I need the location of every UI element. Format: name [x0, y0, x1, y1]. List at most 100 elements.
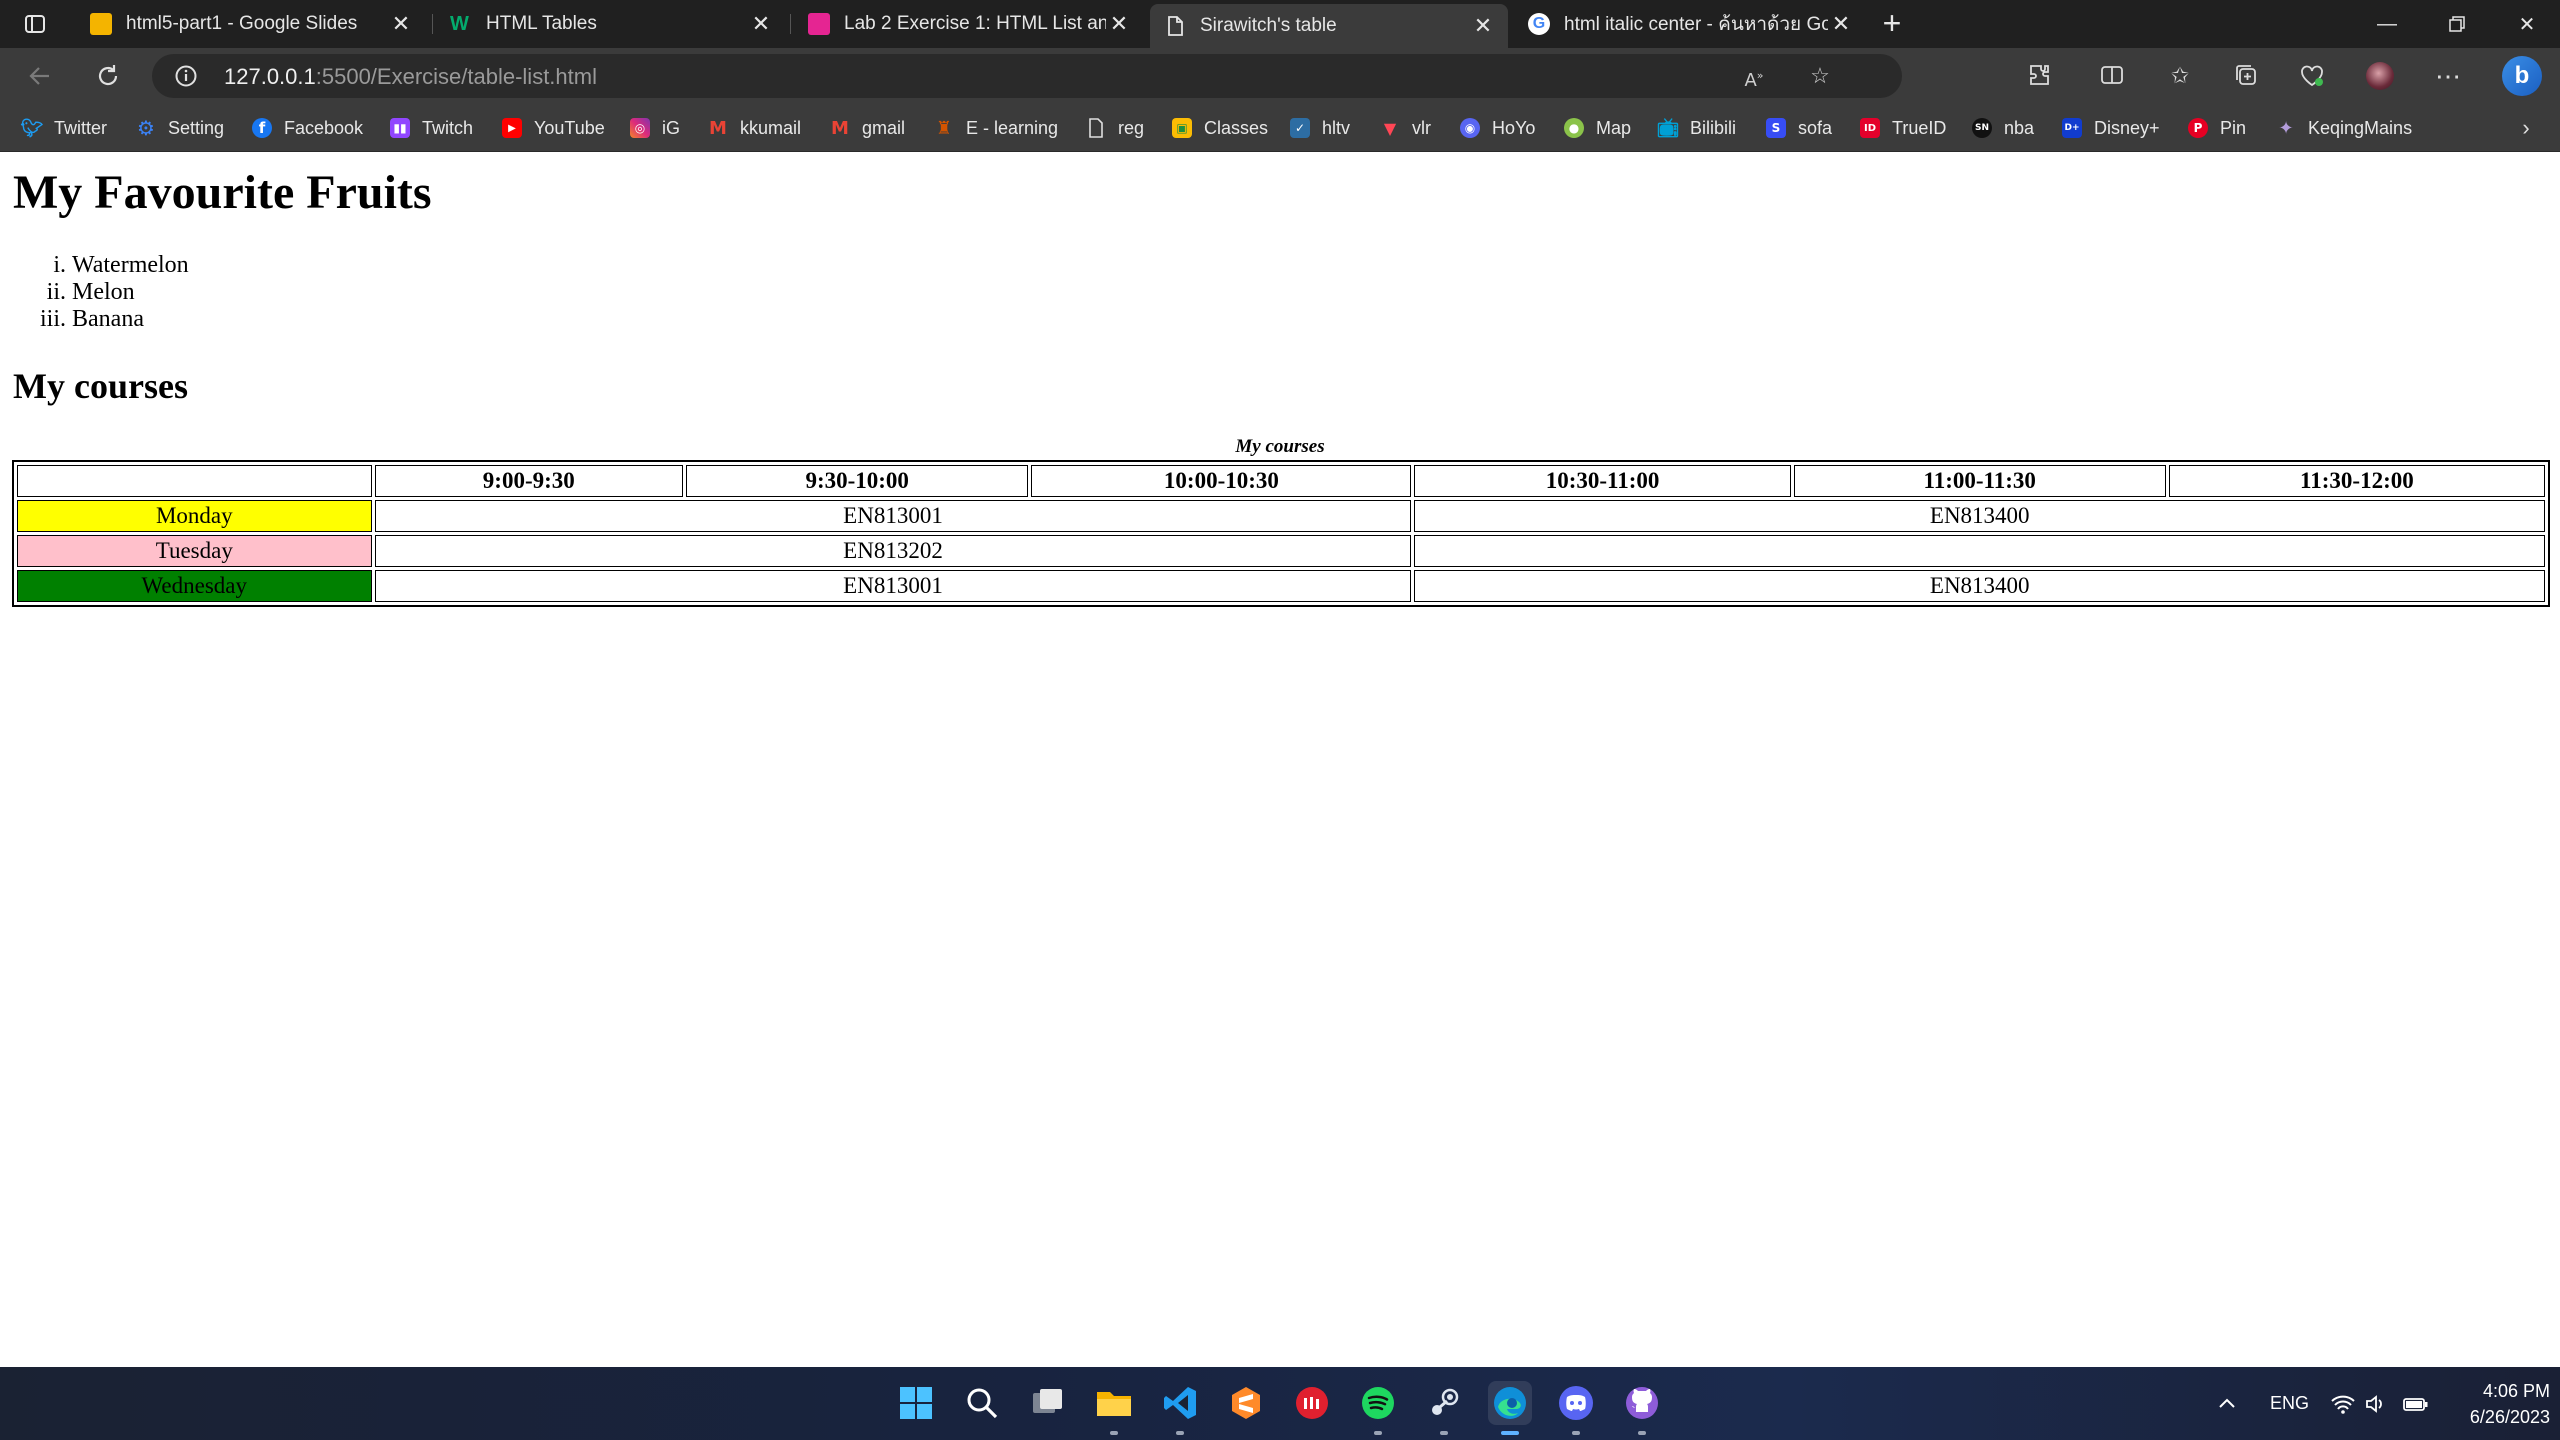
table-row: Monday EN813001 EN813400: [17, 500, 2545, 532]
close-tab-icon[interactable]: ✕: [748, 11, 774, 37]
favorites-overflow-chevron-icon[interactable]: ›: [2512, 114, 2540, 142]
close-tab-icon[interactable]: ✕: [1828, 11, 1854, 37]
tab-actions-button[interactable]: [0, 0, 70, 48]
search-icon[interactable]: [960, 1381, 1004, 1425]
tab-html-tables[interactable]: W HTML Tables ✕: [436, 6, 786, 42]
table-row: Tuesday EN813202: [17, 535, 2545, 567]
read-aloud-icon[interactable]: A»: [1742, 64, 1766, 91]
system-clock[interactable]: 4:06 PM 6/26/2023: [2440, 1378, 2550, 1430]
favorite-twitch[interactable]: ▮▮ Twitch: [390, 114, 473, 142]
restore-button[interactable]: [2422, 0, 2492, 48]
hltv-icon: ✓: [1290, 118, 1310, 138]
tab-lab-exercise[interactable]: Lab 2 Exercise 1: HTML List and T ✕: [794, 6, 1144, 42]
tab-google-search[interactable]: G html italic center - ค้นหาด้วย Goo ✕: [1514, 6, 1866, 42]
site-info-icon[interactable]: [174, 64, 198, 88]
new-tab-button[interactable]: +: [1876, 7, 1908, 40]
favorite-hltv[interactable]: ✓ hltv: [1290, 114, 1350, 142]
discord-icon[interactable]: [1554, 1381, 1598, 1435]
favorite-facebook[interactable]: f Facebook: [252, 114, 363, 142]
tab-divider: [790, 14, 791, 34]
settings-more-icon[interactable]: ⋯: [2434, 62, 2462, 90]
favorite-e-learning[interactable]: ♜ E - learning: [934, 114, 1058, 142]
volume-icon[interactable]: [2364, 1367, 2388, 1440]
running-indicator: [1572, 1431, 1580, 1435]
windows-start-icon[interactable]: [894, 1381, 938, 1425]
favorite-sofa[interactable]: Ssofa: [1766, 114, 1832, 142]
list-item-text: Melon: [72, 279, 135, 305]
favorite-classes[interactable]: ▣ Classes: [1172, 114, 1268, 142]
favorite-disney[interactable]: D+ Disney+: [2062, 114, 2160, 142]
back-button[interactable]: [20, 56, 60, 96]
favorite-gmail[interactable]: Mgmail: [830, 114, 905, 142]
language-indicator[interactable]: ENG: [2270, 1367, 2309, 1440]
course-cell: EN813001: [374, 570, 1412, 602]
hoyo-icon: ◉: [1460, 118, 1480, 138]
disney-icon: D+: [2062, 118, 2082, 138]
favorites-icon[interactable]: ✩: [2166, 62, 2194, 90]
favorite-vlr[interactable]: ▼ vlr: [1380, 114, 1431, 142]
favorite-label: Bilibili: [1690, 117, 1737, 138]
favorite-setting[interactable]: ⚙ Setting: [136, 114, 224, 142]
table-caption: My courses: [1235, 436, 1325, 457]
copilot-bing-icon[interactable]: b: [2502, 56, 2542, 96]
edge-icon[interactable]: [1488, 1381, 1532, 1435]
tab-title: Sirawitch's table: [1200, 15, 1337, 36]
split-screen-icon[interactable]: [2098, 62, 2126, 90]
favorite-hoyo[interactable]: ◉ HoYo: [1460, 114, 1535, 142]
profile-avatar[interactable]: [2366, 62, 2394, 90]
favorite-trueid[interactable]: ID TrueID: [1860, 114, 1946, 142]
close-tab-icon[interactable]: ✕: [1470, 13, 1496, 39]
running-indicator: [1638, 1431, 1646, 1435]
task-view-icon[interactable]: [1026, 1381, 1070, 1425]
file-explorer-icon[interactable]: [1092, 1381, 1136, 1435]
gmail-icon: M: [831, 117, 849, 139]
address-bar[interactable]: 127.0.0.1:5500/Exercise/table-list.html …: [152, 54, 1902, 98]
close-tab-icon[interactable]: ✕: [388, 11, 414, 37]
vscode-icon[interactable]: [1158, 1381, 1202, 1435]
tab-sirawitch-table[interactable]: Sirawitch's table ✕: [1150, 4, 1508, 48]
tab-actions-icon: [25, 15, 45, 33]
close-window-button[interactable]: ✕: [2492, 0, 2560, 48]
collections-icon[interactable]: [2232, 62, 2260, 90]
sofascore-icon: S: [1766, 118, 1786, 138]
favorite-reg[interactable]: reg: [1086, 114, 1144, 142]
favorite-pin[interactable]: P Pin: [2188, 114, 2246, 142]
favorite-label: iG: [662, 117, 680, 138]
steam-icon[interactable]: [1422, 1381, 1466, 1435]
tab-google-slides[interactable]: html5-part1 - Google Slides ✕: [76, 6, 426, 42]
favorite-map[interactable]: ● Map: [1564, 114, 1631, 142]
spotify-icon[interactable]: [1356, 1381, 1400, 1435]
favorite-label: kkumail: [740, 117, 802, 138]
favorite-youtube[interactable]: ▶ YouTube: [502, 114, 605, 142]
url-text[interactable]: 127.0.0.1:5500/Exercise/table-list.html: [224, 64, 597, 90]
minimize-button[interactable]: —: [2352, 0, 2422, 48]
sublime-icon[interactable]: [1224, 1381, 1268, 1425]
list-item-text: Watermelon: [72, 252, 189, 278]
favorite-keqingmains[interactable]: ✦ KeqingMains: [2276, 114, 2412, 142]
github-desktop-icon[interactable]: [1620, 1381, 1664, 1435]
close-tab-icon[interactable]: ✕: [1106, 11, 1132, 37]
favorite-instagram[interactable]: ◎ iG: [630, 114, 680, 142]
url-host: 127.0.0.1: [224, 64, 316, 89]
youtube-icon: ▶: [502, 118, 522, 138]
favorite-label: nba: [2004, 117, 2035, 138]
running-indicator: [1110, 1431, 1118, 1435]
running-indicator: [1176, 1431, 1184, 1435]
browser-essentials-icon[interactable]: [2298, 62, 2326, 90]
favorite-kkumail[interactable]: Mkkumail: [708, 114, 801, 142]
day-cell: Monday: [17, 500, 372, 532]
favorite-twitter[interactable]: 🐦︎ Twitter: [21, 114, 107, 142]
battery-icon[interactable]: [2402, 1367, 2430, 1440]
instagram-icon: ◎: [630, 118, 650, 138]
temple-icon: ♜: [935, 117, 953, 139]
show-hidden-icons-chevron-icon[interactable]: [2216, 1367, 2238, 1440]
favorite-nba[interactable]: SN nba: [1972, 114, 2034, 142]
wifi-icon[interactable]: [2330, 1367, 2356, 1440]
table-header-cell: 11:30-12:00: [2168, 465, 2545, 497]
favorite-star-icon[interactable]: ☆: [1808, 64, 1832, 88]
pinterest-icon: P: [2188, 118, 2208, 138]
app-red-icon[interactable]: [1290, 1381, 1334, 1425]
refresh-button[interactable]: [88, 56, 128, 96]
extensions-icon[interactable]: [2026, 62, 2054, 90]
favorite-bilibili[interactable]: 📺︎ Bilibili: [1657, 114, 1737, 142]
